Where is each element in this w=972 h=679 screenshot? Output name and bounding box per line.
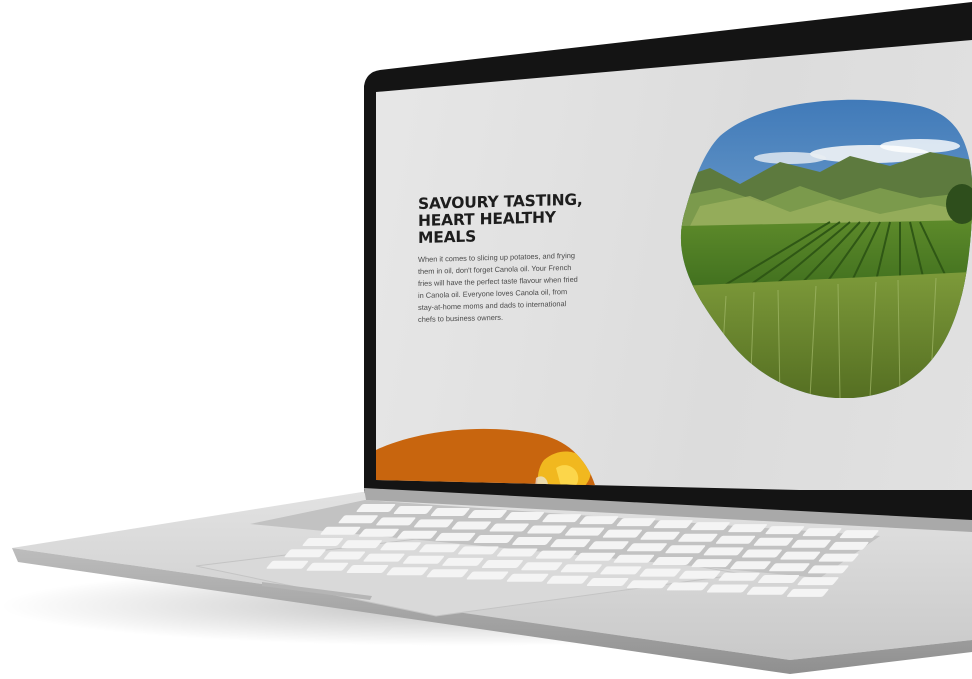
section-body-text: When it comes to slicing up potatoes, an… [418, 250, 578, 324]
laptop-mockup: SAVOURY TASTING, HEART HEALTHY MEALS Whe… [0, 0, 972, 679]
screen: SAVOURY TASTING, HEART HEALTHY MEALS Whe… [376, 40, 972, 494]
landscape-vineyard-mountains-image [680, 99, 972, 398]
section-headline: SAVOURY TASTING, HEART HEALTHY MEALS [418, 190, 583, 247]
